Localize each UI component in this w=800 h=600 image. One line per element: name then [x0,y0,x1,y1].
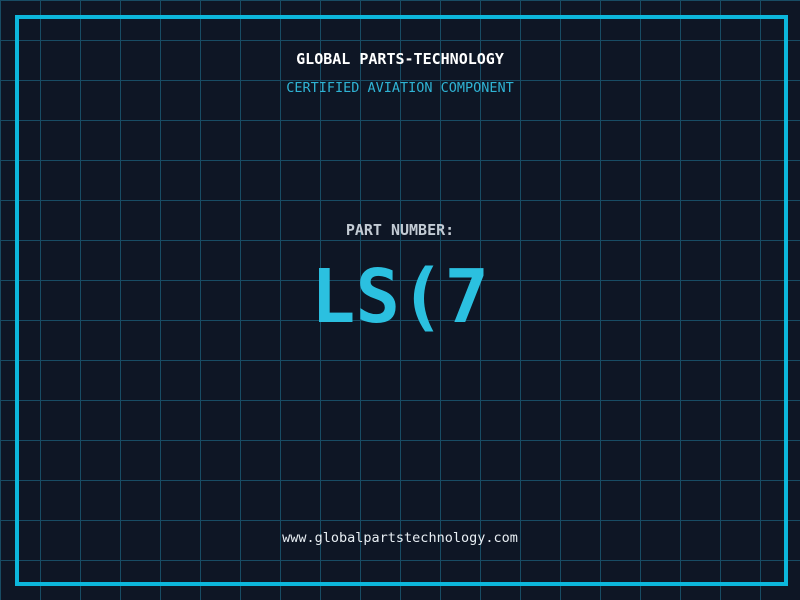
part-number-label: PART NUMBER: [0,221,800,239]
company-name: GLOBAL PARTS-TECHNOLOGY [0,50,800,68]
part-number-value: LS(7 [0,260,800,334]
certification-subtitle: CERTIFIED AVIATION COMPONENT [0,80,800,96]
website-url[interactable]: www.globalpartstechnology.com [0,530,800,546]
